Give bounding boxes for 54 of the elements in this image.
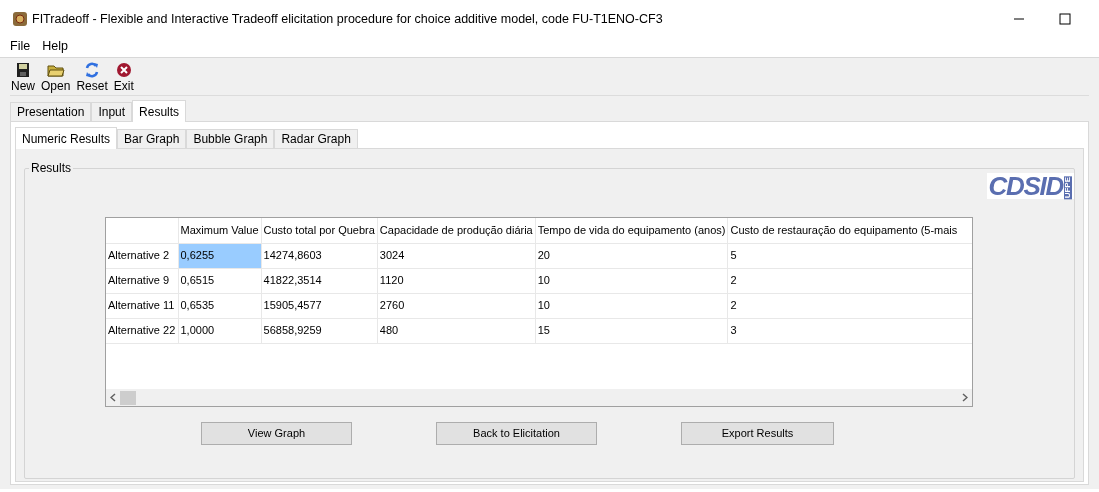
table-cell[interactable]: 14274,8603 <box>261 243 378 268</box>
column-header: Maximum Value <box>178 218 262 243</box>
group-title: Results <box>30 160 72 177</box>
scroll-right-icon[interactable] <box>962 393 968 402</box>
table-cell[interactable]: 1,0000 <box>178 318 262 343</box>
tab[interactable]: Presentation <box>10 102 92 121</box>
toolbar-button[interactable]: Reset <box>75 61 109 93</box>
tab[interactable]: Numeric Results <box>15 127 118 149</box>
menu-item[interactable]: Help <box>42 37 68 56</box>
table-cell[interactable]: 10 <box>535 293 728 318</box>
scrollbar-thumb[interactable] <box>120 390 136 405</box>
row-header: Alternative 2 <box>106 243 178 268</box>
table-cell[interactable]: 41822,3514 <box>261 268 378 293</box>
tab[interactable]: Radar Graph <box>274 129 358 148</box>
column-header: Custo de restauração do equipamento (5-mais <box>727 218 972 243</box>
toolbar-button[interactable]: Open <box>40 61 72 93</box>
table-cell[interactable]: 15 <box>535 318 728 343</box>
column-header: Capacidade de produção diária <box>377 218 536 243</box>
column-header: Tempo de vida do equipamento (anos) <box>535 218 728 243</box>
tab[interactable]: Bar Graph <box>117 129 187 148</box>
table-cell[interactable]: 0,6535 <box>178 293 262 318</box>
tab[interactable]: Bubble Graph <box>186 129 275 148</box>
maximize-icon[interactable] <box>1059 13 1071 25</box>
toolbar-button[interactable]: Exit <box>112 61 135 93</box>
table-cell[interactable]: 2 <box>727 293 972 318</box>
table-cell[interactable]: 20 <box>535 243 728 268</box>
table-cell[interactable]: 56858,9259 <box>261 318 378 343</box>
table-cell[interactable]: 3 <box>727 318 972 343</box>
row-header: Alternative 11 <box>106 293 178 318</box>
table-cell[interactable]: 0,6255 <box>178 243 262 268</box>
action-button[interactable]: Back to Elicitation <box>436 422 597 445</box>
column-header: Custo total por Quebra <box>261 218 378 243</box>
window-title: FITradeoff - Flexible and Interactive Tradeoff elicitation procedure for choice additive model, code FU-T1ENO-CF3 <box>32 10 663 28</box>
scroll-left-icon[interactable] <box>110 393 116 402</box>
app-icon <box>12 11 28 27</box>
row-header: Alternative 22 <box>106 318 178 343</box>
row-header: Alternative 9 <box>106 268 178 293</box>
table-cell[interactable]: 0,6515 <box>178 268 262 293</box>
logo: CDSID UFPE <box>986 173 1074 199</box>
action-button[interactable]: View Graph <box>201 422 352 445</box>
tab[interactable]: Input <box>91 102 133 121</box>
toolbar-button[interactable]: New <box>10 61 36 93</box>
table-cell[interactable]: 10 <box>535 268 728 293</box>
table-cell[interactable]: 2 <box>727 268 972 293</box>
tab[interactable]: Results <box>132 100 187 122</box>
action-button[interactable]: Export Results <box>681 422 834 445</box>
table-cell[interactable]: 2760 <box>377 293 536 318</box>
table-cell[interactable]: 480 <box>377 318 536 343</box>
close-icon <box>114 61 133 79</box>
menu-item[interactable]: File <box>10 37 31 56</box>
table-cell[interactable]: 1120 <box>377 268 536 293</box>
table-cell[interactable]: 5 <box>727 243 972 268</box>
table-cell[interactable]: 15905,4577 <box>261 293 378 318</box>
table-cell[interactable]: 3024 <box>377 243 536 268</box>
